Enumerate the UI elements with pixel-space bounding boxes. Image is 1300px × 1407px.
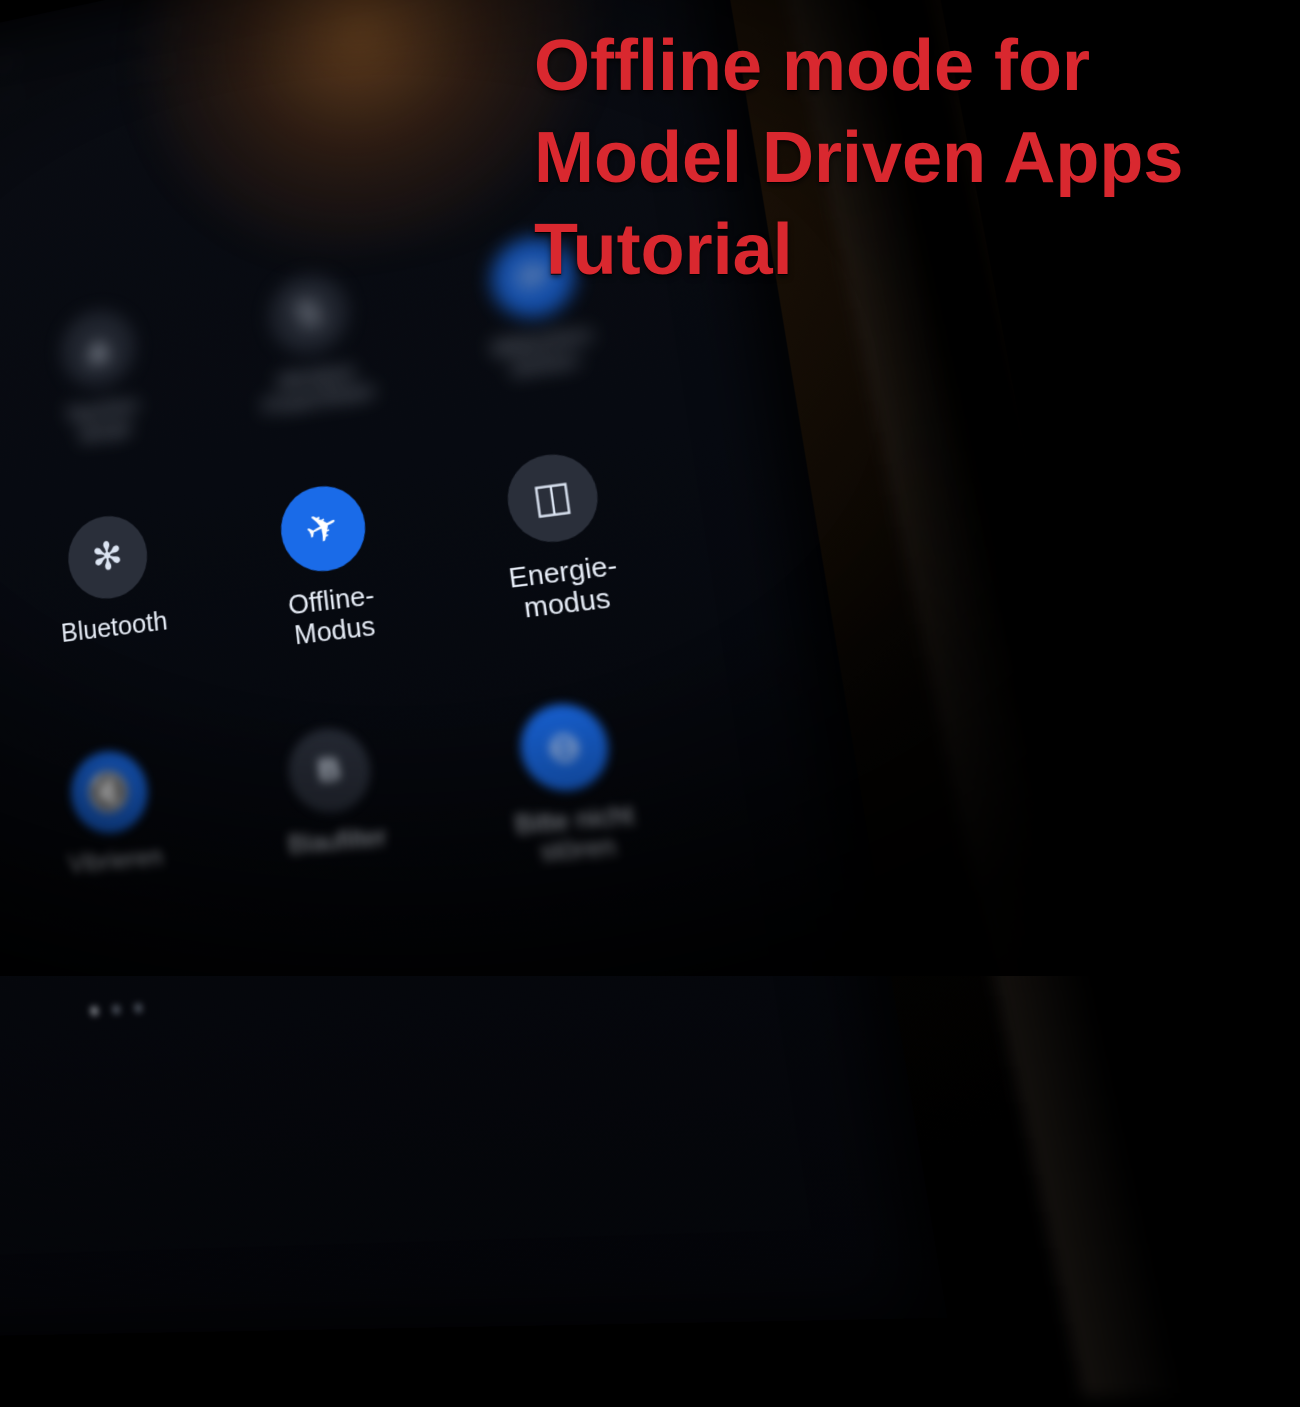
- dnd-icon: [545, 726, 584, 769]
- flashlight-icon: [80, 329, 117, 369]
- tile-label: Energie- modus: [507, 550, 624, 625]
- powershare-icon: [292, 294, 326, 334]
- headline-text: Offline mode for Model Driven Apps Tutor…: [534, 20, 1240, 296]
- tile-label: Bitte nicht stören: [513, 801, 640, 871]
- tile-label: Bluetooth: [60, 606, 169, 648]
- tile-label: Blaufilter: [287, 823, 388, 860]
- tile-label: Offline- Modus: [287, 580, 380, 650]
- bluetooth-icon: [91, 536, 125, 578]
- tile-wireless-powershare[interactable]: Wireless PowerShare: [236, 264, 391, 421]
- tile-bitte-nicht-stoeren[interactable]: Bitte nicht stören: [482, 696, 661, 872]
- vibrate-icon: [86, 771, 133, 813]
- battery-icon: [530, 475, 575, 520]
- tile-vibrieren[interactable]: Vibrieren: [38, 744, 189, 909]
- tile-blaufilter[interactable]: B Blaufilter: [253, 721, 417, 891]
- airplane-icon: [304, 507, 341, 550]
- blue-light-icon: B: [316, 753, 342, 787]
- tile-energie-modus[interactable]: Energie- modus: [472, 444, 647, 627]
- tile-flashlight[interactable]: Taschen- lampe: [30, 300, 174, 452]
- tile-offline-modus[interactable]: Offline- Modus: [248, 477, 409, 654]
- tile-label: Vibrieren: [67, 844, 164, 880]
- tile-bluetooth[interactable]: Bluetooth: [38, 507, 187, 678]
